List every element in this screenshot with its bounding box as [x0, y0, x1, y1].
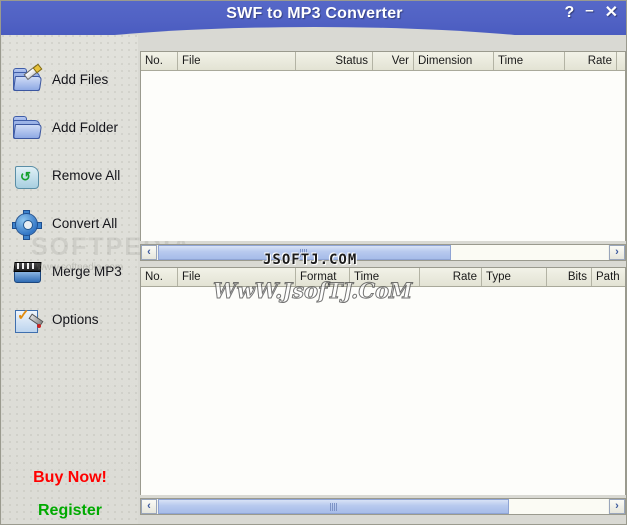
output-scroll-right-arrow-icon[interactable]: › — [609, 499, 625, 514]
app-window: SWF to MP3 Converter ? – ✕ Add Files Add… — [0, 0, 627, 525]
sidebar-label-merge-mp3: Merge MP3 — [52, 263, 122, 279]
sidebar-item-options[interactable]: ✓ Options — [12, 297, 138, 341]
sidebar-item-convert-all[interactable]: Convert All — [12, 201, 138, 245]
output-list-body[interactable] — [141, 287, 625, 495]
merge-mp3-clapper-icon — [12, 257, 42, 285]
caption-button-group: ? – ✕ — [564, 3, 618, 21]
add-folder-icon — [12, 113, 43, 141]
output-list-hscrollbar[interactable]: ‹ › — [140, 498, 626, 515]
source-list-body[interactable] — [141, 71, 625, 241]
output-column-time[interactable]: Time — [350, 268, 420, 286]
title-bar-curve — [1, 27, 626, 35]
output-column-rate[interactable]: Rate — [420, 268, 482, 286]
sidebar-label-options: Options — [52, 311, 99, 327]
sidebar-item-add-folder[interactable]: Add Folder — [12, 105, 138, 149]
source-file-list[interactable]: No. File Status Ver Dimension Time Rate — [140, 51, 626, 241]
source-column-time[interactable]: Time — [494, 52, 565, 70]
source-scroll-track[interactable] — [158, 245, 608, 260]
scroll-grip-icon — [329, 503, 338, 511]
source-column-status[interactable]: Status — [296, 52, 373, 70]
close-button[interactable]: ✕ — [605, 5, 618, 21]
buy-now-link[interactable]: Buy Now! — [2, 469, 138, 487]
source-column-ver[interactable]: Ver — [373, 52, 414, 70]
output-column-type[interactable]: Type — [482, 268, 547, 286]
output-column-file[interactable]: File — [178, 268, 296, 286]
sidebar: Add Files Add Folder ↺ Remove All Conver… — [2, 35, 138, 524]
options-checkbox-pen-icon: ✓ — [12, 305, 44, 333]
output-column-path[interactable]: Path — [592, 268, 625, 286]
source-column-no[interactable]: No. — [141, 52, 178, 70]
source-column-dimension[interactable]: Dimension — [414, 52, 494, 70]
output-column-format[interactable]: Format — [296, 268, 350, 286]
output-list-header: No. File Format Time Rate Type Bits Path — [141, 268, 625, 287]
output-column-bits[interactable]: Bits — [547, 268, 592, 286]
register-link[interactable]: Register — [2, 502, 138, 520]
convert-all-gear-icon — [12, 209, 42, 240]
output-column-no[interactable]: No. — [141, 268, 178, 286]
output-scroll-left-arrow-icon[interactable]: ‹ — [141, 499, 157, 514]
sidebar-item-remove-all[interactable]: ↺ Remove All — [12, 153, 138, 197]
add-files-folder-icon — [12, 63, 43, 93]
title-bar: SWF to MP3 Converter ? – ✕ — [1, 1, 626, 35]
sidebar-label-remove-all: Remove All — [52, 167, 121, 183]
sidebar-item-add-files[interactable]: Add Files — [12, 57, 138, 101]
sidebar-label-convert-all: Convert All — [52, 215, 118, 231]
remove-all-recycle-icon: ↺ — [12, 161, 42, 189]
window-title: SWF to MP3 Converter — [226, 5, 403, 22]
source-column-file[interactable]: File — [178, 52, 296, 70]
sidebar-label-add-files: Add Files — [52, 71, 109, 87]
scroll-grip-icon — [300, 249, 309, 257]
minimize-button[interactable]: – — [585, 3, 593, 19]
output-scroll-track[interactable] — [158, 499, 608, 514]
sidebar-item-merge-mp3[interactable]: Merge MP3 — [12, 249, 138, 293]
output-scroll-thumb[interactable] — [158, 499, 509, 514]
help-button[interactable]: ? — [564, 5, 574, 21]
source-scroll-thumb[interactable] — [158, 245, 451, 260]
source-scroll-left-arrow-icon[interactable]: ‹ — [141, 245, 157, 260]
output-file-list[interactable]: No. File Format Time Rate Type Bits Path — [140, 267, 626, 495]
source-column-rate[interactable]: Rate — [565, 52, 617, 70]
sidebar-label-add-folder: Add Folder — [52, 119, 119, 135]
source-list-header: No. File Status Ver Dimension Time Rate — [141, 52, 625, 71]
source-scroll-right-arrow-icon[interactable]: › — [609, 245, 625, 260]
source-list-hscrollbar[interactable]: ‹ › — [140, 244, 626, 261]
